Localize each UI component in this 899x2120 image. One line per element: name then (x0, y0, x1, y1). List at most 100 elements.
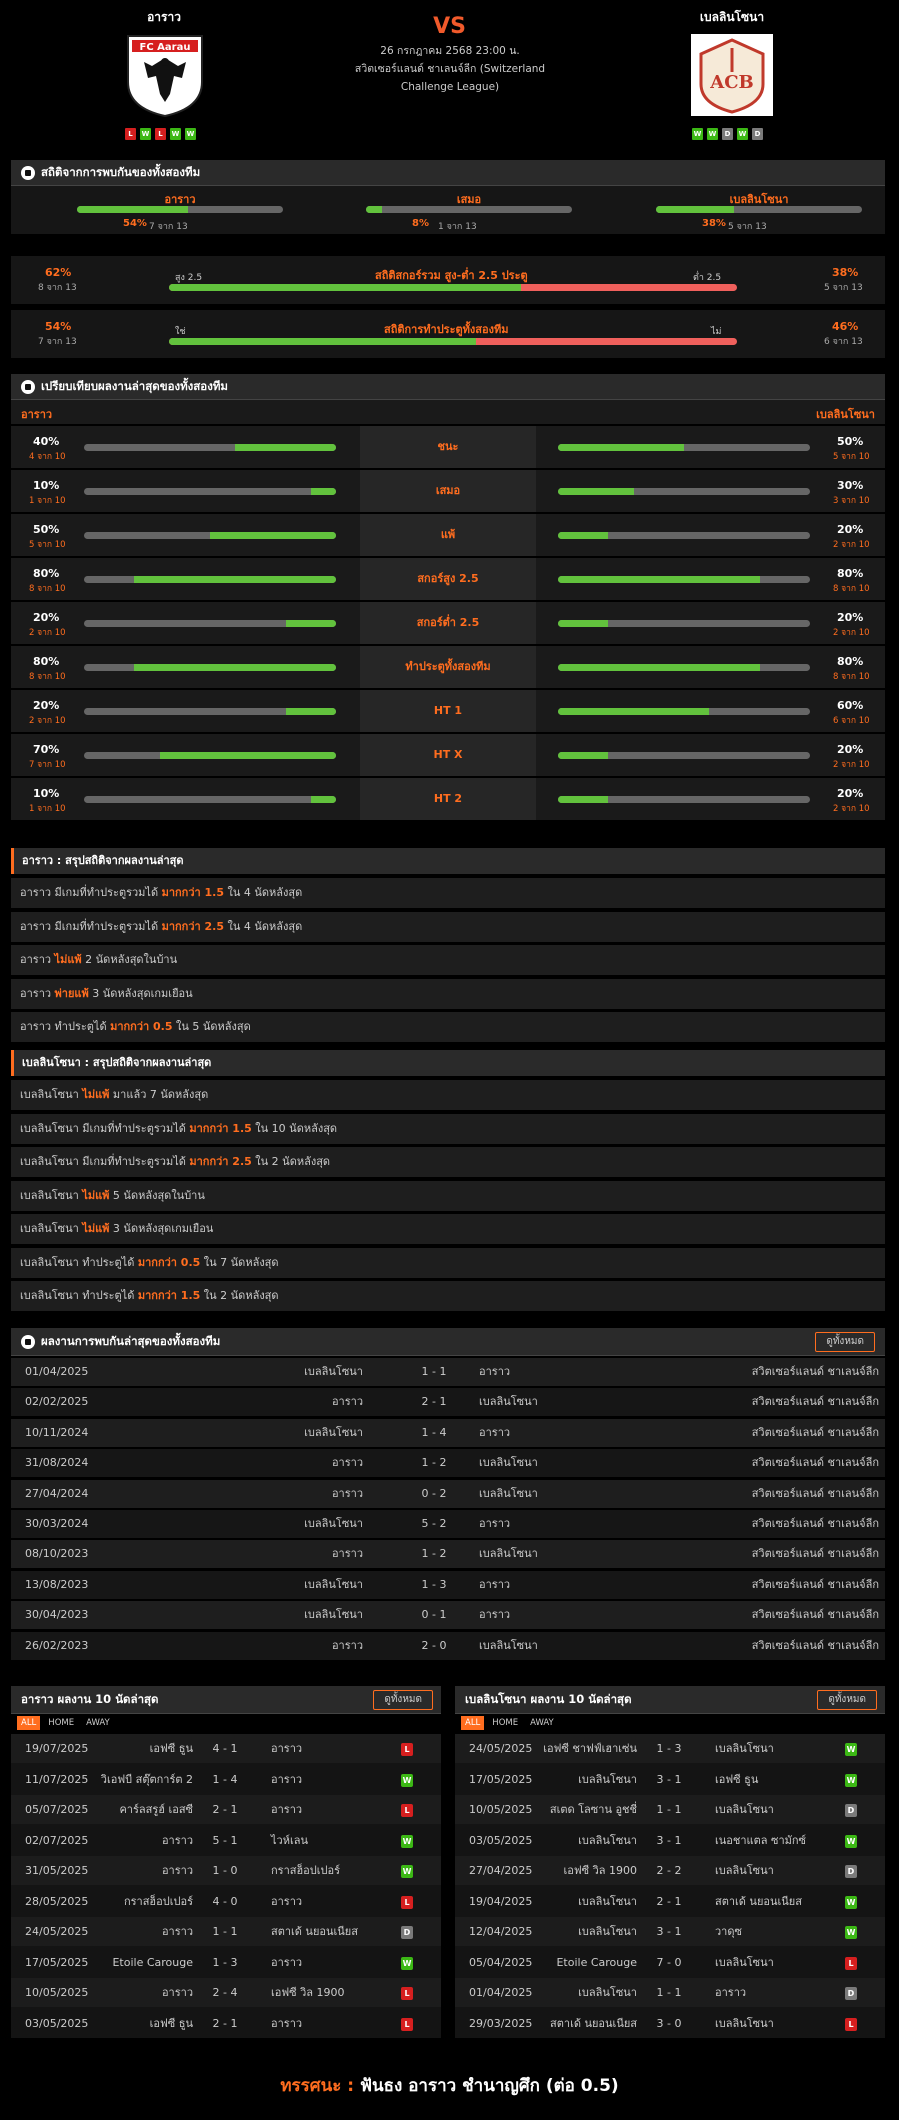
last10-row[interactable]: 28/05/2025 กราสฮ็อปเปอร์ 4 - 0 อาราว L (11, 1886, 441, 1916)
last10-score: 7 - 0 (656, 1955, 682, 1969)
compare-home-bar (84, 664, 336, 671)
h2h-score: 0 - 2 (421, 1486, 447, 1500)
compare-home-bar-fill (159, 752, 336, 759)
compare-away-bar-fill (558, 488, 634, 495)
h2h-row[interactable]: 31/08/2024 อาราว 1 - 2 เบลลินโซนา สวิตเซอร์แ… (11, 1449, 885, 1478)
last10-row[interactable]: 31/05/2025 อาราว 1 - 0 กราสฮ็อปเปอร์ W (11, 1856, 441, 1885)
h2h-date: 10/11/2024 (25, 1425, 89, 1439)
compare-home-bar (84, 576, 336, 583)
h2h-row[interactable]: 30/04/2023 เบลลินโซนา 0 - 1 อาราว สวิตเซอร์แ… (11, 1601, 885, 1630)
last10-score: 2 - 4 (212, 1986, 238, 1999)
tab-home[interactable]: HOME (44, 1716, 78, 1730)
tab-away[interactable]: AWAY (82, 1716, 114, 1730)
last10-result: D (845, 1856, 857, 1885)
compare-row-label: ชนะ (360, 426, 536, 468)
last10-home: กราสฮ็อปเปอร์ (123, 1894, 193, 1908)
compare-away-bar (558, 752, 810, 759)
tab-away[interactable]: AWAY (526, 1716, 558, 1730)
compare-away-bar-fill (558, 708, 710, 715)
last10-row[interactable]: 29/03/2025 สตาเด้ นยอนเนียส 3 - 0 เบลลินโซน… (455, 2008, 885, 2038)
h2h-score: 2 - 1 (421, 1395, 447, 1409)
compare-home-bar-fill (210, 532, 336, 539)
h2h-view-all-button[interactable]: ดูทั้งหมด (815, 1332, 875, 1352)
compare-row: 80% 8 จาก 10 สกอร์สูง 2.5 80% 8 จาก 10 (11, 558, 885, 600)
compare-away-name: เบลลินโซนา (816, 408, 875, 421)
h2h-row[interactable]: 02/02/2025 อาราว 2 - 1 เบลลินโซนา สวิตเซอร์แ… (11, 1388, 885, 1417)
home-form-badge: W (140, 128, 151, 140)
last10-row[interactable]: 17/05/2025 เบลลินโซนา 3 - 1 เอฟซี ธูน W (455, 1764, 885, 1794)
last10-row[interactable]: 19/04/2025 เบลลินโซนา 2 - 1 สตาเด้ นยอนเนีย… (455, 1886, 885, 1916)
last10-row[interactable]: 03/05/2025 เอฟซี ธูน 2 - 1 อาราว L (11, 2008, 441, 2038)
last10-away: อาราว (271, 1803, 303, 1816)
last10-date: 24/05/2025 (469, 1742, 533, 1755)
compare-home-bar-fill (235, 444, 336, 451)
last10-row[interactable]: 19/07/2025 เอฟซี ธูน 4 - 1 อาราว L (11, 1734, 441, 1763)
last10-row[interactable]: 03/05/2025 เบลลินโซนา 3 - 1 เนอชาแตล ซามักซ… (455, 1825, 885, 1855)
last10-row[interactable]: 10/05/2025 อาราว 2 - 4 เอฟซี วิล 1900 L (11, 1978, 441, 2007)
last10-row[interactable]: 05/04/2025 Etoile Carouge 7 - 0 เบลลินโซนา L (455, 1947, 885, 1977)
tab-home[interactable]: HOME (488, 1716, 522, 1730)
last10-row[interactable]: 24/05/2025 เอฟซี ชาฟฟ์เฮาเซ่น 1 - 3 เบลลินโ… (455, 1734, 885, 1763)
tab-all[interactable]: ALL (17, 1716, 41, 1730)
h2h-row[interactable]: 01/04/2025 เบลลินโซนา 1 - 1 อาราว สวิตเซอร์แ… (11, 1358, 885, 1386)
home-last10-title: อาราว ผลงาน 10 นัดล่าสุด (21, 1691, 159, 1706)
h2h-date: 27/04/2024 (25, 1486, 89, 1500)
summary-text: เบลลินโซนา (20, 1188, 83, 1202)
compare-away-sub: 2 จาก 10 (833, 760, 870, 770)
home-team-logo[interactable]: FC Aarau (122, 32, 208, 118)
match-league[interactable]: สวิตเซอร์แลนด์ ชาเลนจ์ลีก (Switzerland C… (330, 60, 570, 96)
compare-home-pct: 20% (33, 699, 60, 712)
tab-all[interactable]: ALL (461, 1716, 485, 1730)
h2h-row[interactable]: 08/10/2023 อาราว 1 - 2 เบลลินโซนา สวิตเซอร์แ… (11, 1540, 885, 1569)
last10-away: อาราว (271, 1772, 303, 1786)
last10-row[interactable]: 05/07/2025 คาร์ลสรูฮ์ เอสซี 2 - 1 อาราว L (11, 1795, 441, 1824)
compare-away-sub: 6 จาก 10 (833, 716, 870, 726)
home-last10-view-all-button[interactable]: ดูทั้งหมด (373, 1690, 433, 1710)
compare-header: เปรียบเทียบผลงานล่าสุดของทั้งสองทีม (11, 374, 885, 400)
h2h-row[interactable]: 27/04/2024 อาราว 0 - 2 เบลลินโซนา สวิตเซอร์แ… (11, 1479, 885, 1508)
last10-away: อาราว (271, 1742, 303, 1755)
h2h-row[interactable]: 13/08/2023 เบลลินโซนา 1 - 3 อาราว สวิตเซอร์แ… (11, 1570, 885, 1599)
h2h-home: เบลลินโซนา (304, 1608, 363, 1622)
ou-left-sub: 8 จาก 13 (38, 283, 77, 293)
btts-right-label: ไม่ (711, 327, 722, 337)
last10-row[interactable]: 01/04/2025 เบลลินโซนา 1 - 1 อาราว D (455, 1978, 885, 2007)
last10-row[interactable]: 24/05/2025 อาราว 1 - 1 สตาเด้ นยอนเนียส D (11, 1917, 441, 1946)
result-badge: W (845, 1773, 857, 1787)
h2h-league: สวิตเซอร์แลนด์ ชาเลนจ์ลีก (751, 1365, 879, 1378)
summary-highlight: ไม่แพ้ (82, 1088, 110, 1101)
h2h-league: สวิตเซอร์แลนด์ ชาเลนจ์ลีก (751, 1547, 879, 1561)
away-last10-view-all-button[interactable]: ดูทั้งหมด (817, 1690, 877, 1710)
summary-line: เบลลินโซนา ไม่แพ้ 3 นัดหลังสุดเกมเยือน (11, 1214, 885, 1244)
h2h-row[interactable]: 10/11/2024 เบลลินโซนา 1 - 4 อาราว สวิตเซอร์แ… (11, 1418, 885, 1447)
compare-home-pct: 10% (33, 479, 60, 492)
last10-row[interactable]: 10/05/2025 สเตด โลซาน อูชชี่ 1 - 1 เบลลินโซ… (455, 1795, 885, 1824)
last10-home: อาราว (161, 1833, 193, 1847)
last10-away: อาราว (271, 1894, 303, 1908)
h2h-row[interactable]: 30/03/2024 เบลลินโซนา 5 - 2 อาราว สวิตเซอร์แ… (11, 1510, 885, 1538)
summary-text: ใน 5 นัดหลังสุด (172, 1020, 251, 1033)
ou-right-label: ต่ำ 2.5 (693, 273, 722, 283)
last10-row[interactable]: 27/04/2025 เอฟซี วิล 1900 2 - 2 เบลลินโซนา D (455, 1856, 885, 1885)
away-team-logo[interactable]: ACB (689, 32, 775, 118)
last10-result: D (401, 1917, 413, 1946)
last10-away: กราสฮ็อปเปอร์ (271, 1864, 341, 1877)
last10-score: 3 - 1 (656, 1925, 682, 1938)
last10-home: เอฟซี ชาฟฟ์เฮาเซ่น (543, 1742, 637, 1755)
last10-row[interactable]: 12/04/2025 เบลลินโซนา 3 - 1 วาดุซ W (455, 1917, 885, 1946)
ou-right-sub: 5 จาก 13 (824, 283, 863, 293)
last10-home: อาราว (161, 1925, 193, 1938)
h2h-away: อาราว (479, 1517, 511, 1530)
h2h-row[interactable]: 26/02/2023 อาราว 2 - 0 เบลลินโซนา สวิตเซอร์แ… (11, 1631, 885, 1660)
last10-away: สตาเด้ นยอนเนียส (271, 1925, 358, 1938)
last10-row[interactable]: 17/05/2025 Etoile Carouge 1 - 3 อาราว W (11, 1947, 441, 1977)
compare-home-sub: 5 จาก 10 (29, 540, 66, 550)
compare-home-bar (84, 488, 336, 495)
away-team-name[interactable]: เบลลินโซนา (652, 8, 812, 27)
h2h-home: เบลลินโซนา (304, 1365, 363, 1378)
summary-text: เบลลินโซนา มีเกมที่ทำประตูรวมได้ (20, 1155, 190, 1168)
last10-row[interactable]: 11/07/2025 วิเอฟบี สตุ๊ตการ์ต 2 1 - 4 อาราว… (11, 1764, 441, 1794)
h2h-date: 30/03/2024 (25, 1517, 89, 1530)
h2h-home: อาราว (331, 1486, 363, 1500)
last10-row[interactable]: 02/07/2025 อาราว 5 - 1 ไวห์เลน W (11, 1825, 441, 1855)
